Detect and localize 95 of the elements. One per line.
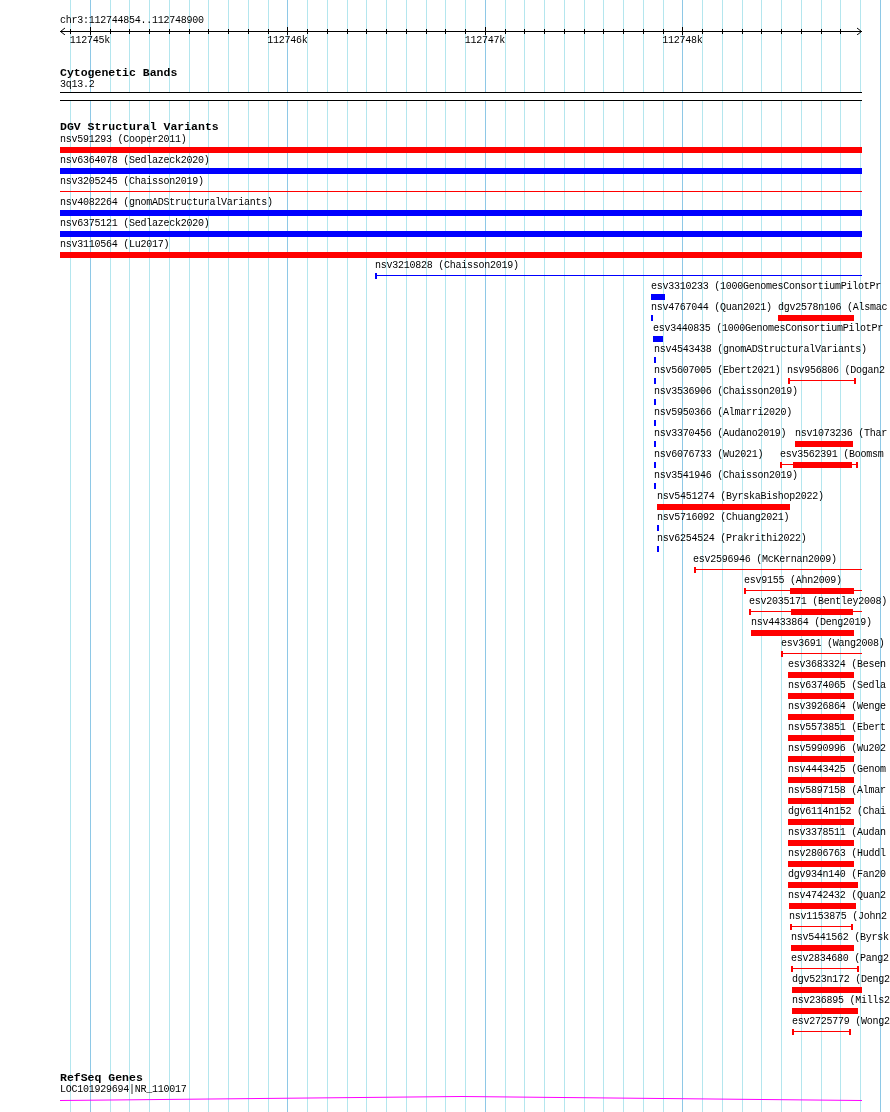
track-title: RefSeq Genes: [60, 1071, 143, 1084]
variant-bar[interactable]: [788, 756, 854, 762]
variant-label: nsv6364078 (Sedlazeck2020): [60, 155, 210, 167]
variant-label: esv2725779 (Wong2: [792, 1016, 890, 1028]
variant-bar[interactable]: [60, 210, 862, 216]
variant-label: esv3683324 (Besen: [788, 659, 886, 671]
variant-label: nsv4543438 (gnomADStructuralVariants): [654, 344, 867, 356]
variant-bar[interactable]: [788, 777, 854, 783]
variant-label: nsv3210828 (Chaisson2019): [375, 260, 519, 272]
variant-bar[interactable]: [653, 336, 663, 342]
variant-label: nsv5950366 (Almarri2020): [654, 407, 793, 419]
variant-bar-with-line[interactable]: [749, 609, 862, 615]
variant-label: esv9155 (Ahn2009): [744, 575, 842, 587]
variant-bar[interactable]: [788, 840, 854, 846]
variant-label: esv3691 (Wang2008): [781, 638, 885, 650]
variant-label: nsv6375121 (Sedlazeck2020): [60, 218, 210, 230]
variant-label: esv2834680 (Pang2: [791, 953, 889, 965]
variant-label: nsv5441562 (Byrsk: [791, 932, 889, 944]
variant-label: dgv6114n152 (Chai: [788, 806, 886, 818]
variant-line[interactable]: [694, 567, 862, 573]
variant-bar[interactable]: [788, 672, 854, 678]
variant-line[interactable]: [781, 651, 862, 657]
ruler-location: chr3:112744854..112748900: [60, 15, 204, 27]
variant-label: esv3440835 (1000GenomesConsortiumPilotPr: [653, 323, 884, 335]
track-title: Cytogenetic Bands: [60, 66, 178, 79]
variant-label: esv3562391 (Boomsm: [780, 449, 884, 461]
track-title: DGV Structural Variants: [60, 120, 219, 133]
variant-bar-with-line[interactable]: [744, 588, 862, 594]
variant-label: nsv3541946 (Chaisson2019): [654, 470, 798, 482]
variant-label: dgv523n172 (Deng2: [792, 974, 890, 986]
variant-label: nsv4742432 (Quan2: [788, 890, 886, 902]
variant-line[interactable]: [60, 189, 862, 195]
cytoband-label: 3q13.2: [60, 79, 95, 91]
variant-label: nsv5573851 (Ebert: [788, 722, 886, 734]
variant-label: nsv6374065 (Sedla: [788, 680, 886, 692]
variant-line[interactable]: [788, 378, 856, 384]
gene-label: LOC101929694|NR_110017: [60, 1084, 187, 1096]
variant-label: esv2596946 (McKernan2009): [693, 554, 837, 566]
variant-bar[interactable]: [788, 693, 854, 699]
variant-bar[interactable]: [651, 294, 665, 300]
ruler-tick-label: 112745k: [69, 35, 110, 47]
variant-label: nsv2806763 (Huddl: [788, 848, 886, 860]
variant-bar[interactable]: [788, 819, 854, 825]
variant-label: dgv2578n106 (Alsmac: [778, 302, 888, 314]
variant-line[interactable]: [790, 924, 853, 930]
variant-label: nsv5607005 (Ebert2021): [654, 365, 781, 377]
variant-label: nsv5990996 (Wu202: [788, 743, 886, 755]
variant-label: esv2035171 (Bentley2008): [749, 596, 888, 608]
variant-label: nsv956806 (Dogan2: [787, 365, 885, 377]
variant-label: nsv5716092 (Chuang2021): [657, 512, 790, 524]
variant-bar[interactable]: [60, 231, 862, 237]
variant-bar[interactable]: [788, 735, 854, 741]
variant-label: dgv934n140 (Fan20: [788, 869, 886, 881]
variant-bar[interactable]: [789, 903, 856, 909]
variant-bar[interactable]: [792, 1008, 858, 1014]
variant-bar[interactable]: [657, 504, 790, 510]
variant-label: nsv4767044 (Quan2021): [651, 302, 772, 314]
variant-label: esv3310233 (1000GenomesConsortiumPilotPr: [651, 281, 882, 293]
variant-label: nsv1073236 (Thar: [795, 428, 887, 440]
variant-bar[interactable]: [60, 252, 862, 258]
variant-line[interactable]: [375, 273, 862, 279]
variant-bar[interactable]: [788, 798, 854, 804]
variant-label: nsv1153875 (John2: [789, 911, 887, 923]
variant-label: nsv4082264 (gnomADStructuralVariants): [60, 197, 273, 209]
variant-label: nsv3110564 (Lu2017): [60, 239, 170, 251]
variant-label: nsv4443425 (Genom: [788, 764, 886, 776]
variant-bar[interactable]: [788, 861, 854, 867]
gene-line[interactable]: [60, 1096, 862, 1101]
variant-bar[interactable]: [795, 441, 853, 447]
variant-label: nsv4433864 (Deng2019): [751, 617, 872, 629]
variant-bar[interactable]: [788, 882, 858, 888]
variant-line[interactable]: [792, 1029, 851, 1035]
variant-label: nsv5451274 (ByrskaBishop2022): [657, 491, 824, 503]
variant-label: nsv236895 (Mills2: [792, 995, 890, 1007]
variant-bar[interactable]: [60, 147, 862, 153]
variant-label: nsv3370456 (Audano2019): [654, 428, 787, 440]
variant-bar[interactable]: [788, 714, 854, 720]
variant-label: nsv6254524 (Prakrithi2022): [657, 533, 807, 545]
ruler-tick-label: 112747k: [464, 35, 505, 47]
variant-label: nsv5897158 (Almar: [788, 785, 886, 797]
variant-bar[interactable]: [60, 168, 862, 174]
variant-bar[interactable]: [751, 630, 854, 636]
ruler-tick-label: 112748k: [662, 35, 703, 47]
variant-bar[interactable]: [778, 315, 854, 321]
variant-bar[interactable]: [792, 987, 862, 993]
variant-bar[interactable]: [791, 945, 854, 951]
variant-label: nsv3926864 (Wenge: [788, 701, 886, 713]
variant-bar-with-line[interactable]: [780, 462, 858, 468]
variant-label: nsv3378511 (Audan: [788, 827, 886, 839]
variant-label: nsv3205245 (Chaisson2019): [60, 176, 204, 188]
variant-label: nsv3536906 (Chaisson2019): [654, 386, 798, 398]
variant-label: nsv6076733 (Wu2021): [654, 449, 764, 461]
variant-label: nsv591293 (Cooper2011): [60, 134, 187, 146]
variant-line[interactable]: [791, 966, 859, 972]
ruler-tick-label: 112746k: [267, 35, 308, 47]
